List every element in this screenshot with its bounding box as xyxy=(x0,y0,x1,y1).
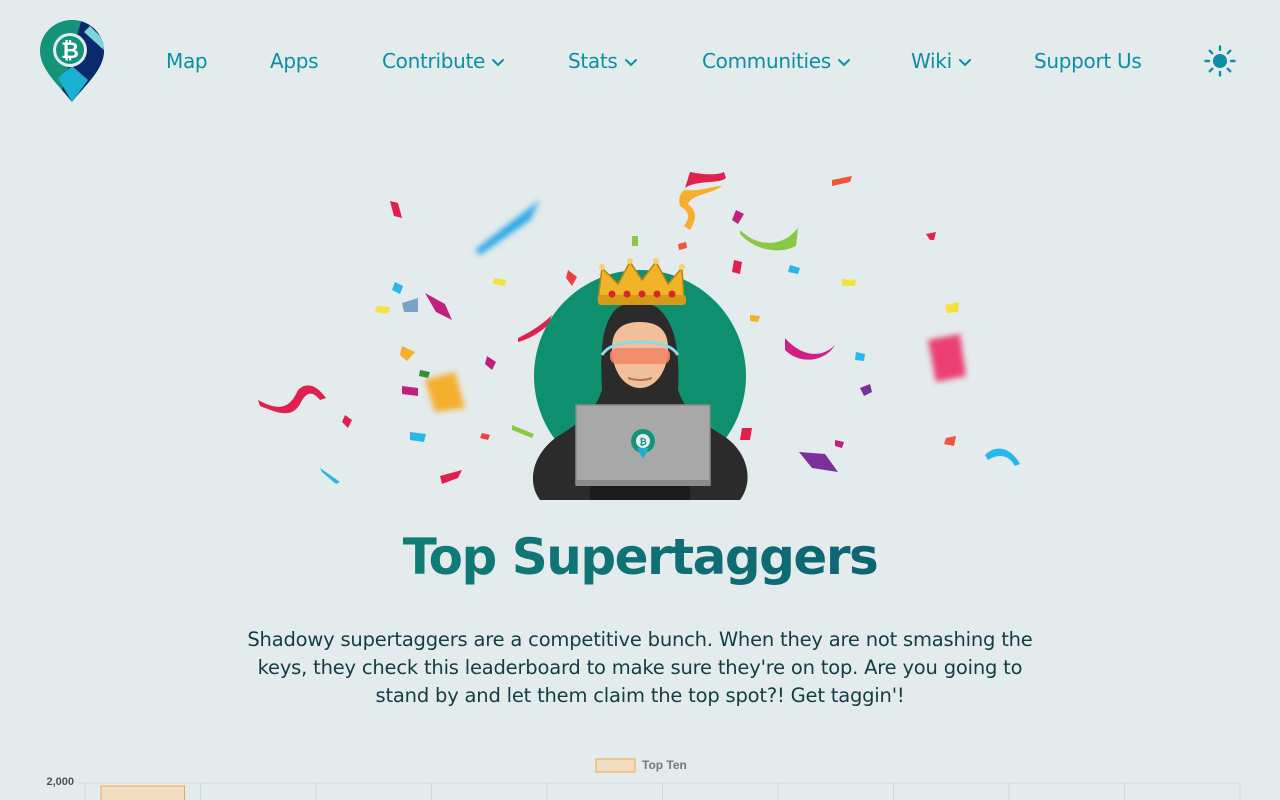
legend-label: Top Ten xyxy=(642,758,687,772)
nav-item-stats[interactable]: Stats xyxy=(568,44,638,78)
chart-bars xyxy=(100,785,185,800)
y-tick-label: 2,000 xyxy=(46,776,74,788)
nav-item-communities[interactable]: Communities xyxy=(702,44,851,78)
chevron-down-icon xyxy=(492,58,505,66)
nav-item-label: Map xyxy=(166,49,208,73)
chevron-down-icon xyxy=(624,58,637,66)
top-ten-chart: Top Ten 2,000 xyxy=(0,750,1280,800)
svg-text:₿: ₿ xyxy=(639,437,646,448)
chevron-down-icon xyxy=(958,58,971,66)
nav-item-label: Apps xyxy=(270,49,319,73)
nav-item-label: Support Us xyxy=(1034,49,1142,73)
site-header: ₿ Map Apps Contribute Stats Communities … xyxy=(0,0,1280,120)
nav-item-wiki[interactable]: Wiki xyxy=(911,44,972,78)
nav-item-support-us[interactable]: Support Us xyxy=(1034,44,1142,78)
nav-item-label: Contribute xyxy=(382,49,486,73)
chevron-down-icon xyxy=(837,58,850,66)
chart-grid xyxy=(79,782,1241,800)
page-title: Top Supertaggers xyxy=(0,522,1280,592)
nav-item-apps[interactable]: Apps xyxy=(270,44,319,78)
main-nav: Map Apps Contribute Stats Communities Wi… xyxy=(0,44,1280,78)
nav-item-label: Stats xyxy=(568,49,618,73)
chart-bar[interactable] xyxy=(100,785,185,800)
nav-item-label: Communities xyxy=(702,49,831,73)
chart-canvas: Top Ten 2,000 xyxy=(46,758,1241,800)
sun-icon[interactable] xyxy=(1204,45,1236,77)
hooded-hacker-with-crown-icon: ₿ xyxy=(258,172,1020,500)
nav-item-map[interactable]: Map xyxy=(166,44,208,78)
nav-item-contribute[interactable]: Contribute xyxy=(382,44,505,78)
legend-swatch xyxy=(595,758,636,773)
nav-item-label: Wiki xyxy=(911,49,952,73)
page-description: Shadowy supertaggers are a competitive b… xyxy=(247,628,1033,707)
